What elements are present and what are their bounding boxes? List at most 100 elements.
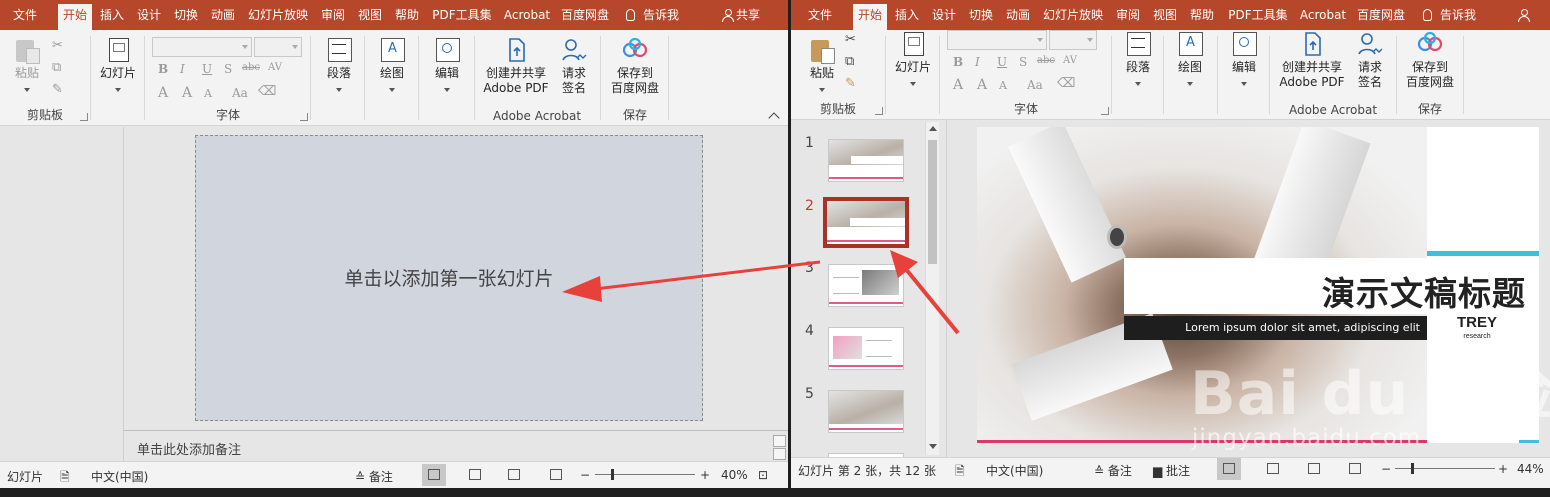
status-language[interactable]: 中文(中国) [986, 462, 1043, 479]
font-name-dropdown[interactable] [152, 37, 252, 57]
zoom-slider-thumb[interactable] [611, 469, 614, 480]
drawing-button[interactable]: 绘图 [372, 36, 412, 96]
spell-check-icon[interactable]: 🗎 [955, 462, 965, 483]
tab-slideshow[interactable]: 幻灯片放映 [244, 4, 312, 30]
reading-view-button[interactable] [1302, 458, 1326, 480]
format-painter-icon[interactable]: ✎ [845, 76, 856, 91]
new-slide-button[interactable]: 幻灯片 [96, 36, 140, 96]
spell-check-icon[interactable]: 🗎 [60, 468, 70, 488]
paragraph-button[interactable]: 段落 [1117, 30, 1159, 90]
add-first-slide-placeholder[interactable]: 单击以添加第一张幻灯片 [196, 264, 702, 291]
dialog-launcher-icon[interactable] [80, 113, 88, 121]
save-to-baidu-button[interactable]: 保存到 百度网盘 [1403, 30, 1457, 90]
share-button[interactable] [1518, 4, 1532, 30]
tab-home[interactable]: 开始 [58, 4, 92, 30]
slide-thumbnail[interactable] [828, 264, 904, 307]
copy-icon[interactable]: ⧉ [52, 60, 61, 75]
slide-sorter-button[interactable] [463, 464, 487, 486]
tab-design[interactable]: 设计 [927, 4, 961, 30]
tab-pdf-tools[interactable]: PDF工具集 [428, 4, 496, 30]
format-painter-icon[interactable]: ✎ [52, 82, 63, 97]
italic-button[interactable]: I [180, 62, 185, 76]
scrollbar-thumb[interactable] [928, 140, 937, 264]
slide-thumbnail[interactable] [828, 390, 904, 433]
zoom-slider-thumb[interactable] [1411, 463, 1414, 474]
dialog-launcher-icon[interactable] [875, 107, 883, 115]
slide-sorter-button[interactable] [1261, 458, 1285, 480]
request-signature-button[interactable]: 请求 签名 [554, 36, 594, 96]
font-size-dropdown[interactable] [1049, 30, 1097, 50]
shadow-button[interactable]: S [224, 62, 232, 76]
tab-animations[interactable]: 动画 [206, 4, 240, 30]
tab-acrobat[interactable]: Acrobat [1296, 4, 1350, 30]
slide-thumbnail[interactable] [828, 139, 904, 182]
zoom-slider-track[interactable] [595, 474, 695, 475]
zoom-level[interactable]: 40% [721, 468, 748, 482]
font-color-button[interactable]: A [953, 77, 963, 93]
clear-formatting-icon[interactable]: ⌫ [258, 84, 276, 99]
clear-formatting-icon[interactable]: ⌫ [1057, 76, 1075, 91]
font-name-dropdown[interactable] [947, 30, 1047, 50]
notes-pane[interactable]: 单击此处添加备注 [123, 430, 788, 461]
tab-baidu-disk[interactable]: 百度网盘 [557, 4, 613, 30]
share-button[interactable]: 共享 [722, 4, 760, 30]
zoom-in-button[interactable]: + [700, 468, 710, 482]
tab-help[interactable]: 帮助 [390, 4, 424, 30]
editing-button[interactable]: 编辑 [1223, 30, 1265, 90]
notes-toggle-button[interactable]: ≙ 备注 [355, 468, 393, 485]
paste-button[interactable]: 粘贴 [803, 36, 841, 96]
request-signature-button[interactable]: 请求 签名 [1350, 30, 1390, 90]
title-box[interactable]: 演示文稿标题 [1124, 258, 1539, 314]
slide-thumbnail-selected[interactable] [823, 197, 909, 248]
zoom-level[interactable]: 44% [1517, 462, 1544, 476]
scroll-down-icon[interactable] [929, 444, 937, 449]
shadow-button[interactable]: S [1019, 55, 1027, 69]
change-case-button[interactable]: Aa [232, 86, 248, 100]
tab-transitions[interactable]: 切换 [169, 4, 203, 30]
new-slide-button[interactable]: 幻灯片 [891, 30, 935, 90]
underline-button[interactable]: U [997, 55, 1007, 69]
tell-me-box[interactable]: 告诉我 [626, 4, 679, 30]
slide-title[interactable]: 演示文稿标题 [1322, 267, 1526, 315]
save-to-baidu-button[interactable]: 保存到 百度网盘 [608, 36, 662, 96]
comments-button[interactable]: ▆ 批注 [1153, 462, 1190, 479]
bold-button[interactable]: B [158, 62, 168, 76]
scroll-down-icon[interactable] [773, 448, 786, 460]
zoom-out-button[interactable]: − [580, 468, 590, 482]
fit-to-window-icon[interactable]: ⊡ [758, 468, 768, 482]
copy-icon[interactable]: ⧉ [845, 54, 854, 69]
tab-file[interactable]: 文件 [803, 4, 837, 30]
decrease-font-button[interactable]: A [204, 87, 212, 100]
tab-pdf-tools[interactable]: PDF工具集 [1224, 4, 1292, 30]
scroll-up-icon[interactable] [773, 435, 786, 447]
decrease-font-button[interactable]: A [999, 79, 1007, 92]
normal-view-button[interactable] [422, 464, 446, 486]
tab-slideshow[interactable]: 幻灯片放映 [1039, 4, 1107, 30]
empty-slide-canvas[interactable]: 单击以添加第一张幻灯片 [195, 135, 703, 421]
editing-button[interactable]: 编辑 [426, 36, 468, 96]
tab-animations[interactable]: 动画 [1001, 4, 1035, 30]
tab-help[interactable]: 帮助 [1185, 4, 1219, 30]
normal-view-button[interactable] [1217, 458, 1241, 480]
zoom-in-button[interactable]: + [1498, 462, 1508, 476]
create-share-pdf-button[interactable]: 创建并共享 Adobe PDF [480, 36, 552, 96]
tab-home[interactable]: 开始 [853, 4, 887, 30]
change-case-button[interactable]: Aa [1027, 78, 1043, 92]
notes-toggle-button[interactable]: ≙ 备注 [1094, 462, 1132, 479]
increase-font-button[interactable]: A [182, 85, 192, 101]
strikethrough-button[interactable]: abc [242, 62, 260, 73]
tab-review[interactable]: 审阅 [316, 4, 350, 30]
drawing-button[interactable]: 绘图 [1170, 30, 1210, 90]
dialog-launcher-icon[interactable] [1101, 107, 1109, 115]
dialog-launcher-icon[interactable] [300, 113, 308, 121]
create-share-pdf-button[interactable]: 创建并共享 Adobe PDF [1276, 30, 1348, 90]
zoom-out-button[interactable]: − [1381, 462, 1391, 476]
font-size-dropdown[interactable] [254, 37, 302, 57]
strikethrough-button[interactable]: abc [1037, 55, 1055, 66]
tell-me-box[interactable]: 告诉我 [1423, 4, 1476, 30]
bold-button[interactable]: B [953, 55, 963, 69]
zoom-slider-track[interactable] [1395, 468, 1495, 469]
increase-font-button[interactable]: A [977, 77, 987, 93]
tab-insert[interactable]: 插入 [890, 4, 924, 30]
tab-transitions[interactable]: 切换 [964, 4, 998, 30]
